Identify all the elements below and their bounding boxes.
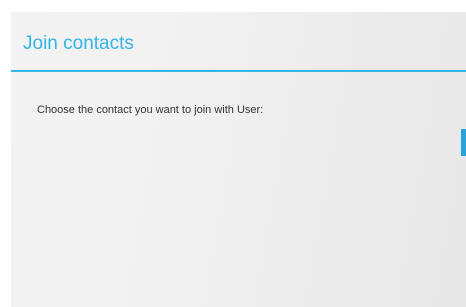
- dialog-title: Join contacts: [23, 33, 134, 54]
- title-divider: [11, 70, 466, 72]
- join-contacts-dialog: Join contacts Choose the contact you wan…: [11, 12, 466, 307]
- scroll-indicator[interactable]: [461, 129, 466, 156]
- screen: Join contacts Choose the contact you wan…: [0, 0, 466, 307]
- dialog-header: Join contacts: [11, 12, 466, 70]
- dialog-message: Choose the contact you want to join with…: [37, 104, 264, 116]
